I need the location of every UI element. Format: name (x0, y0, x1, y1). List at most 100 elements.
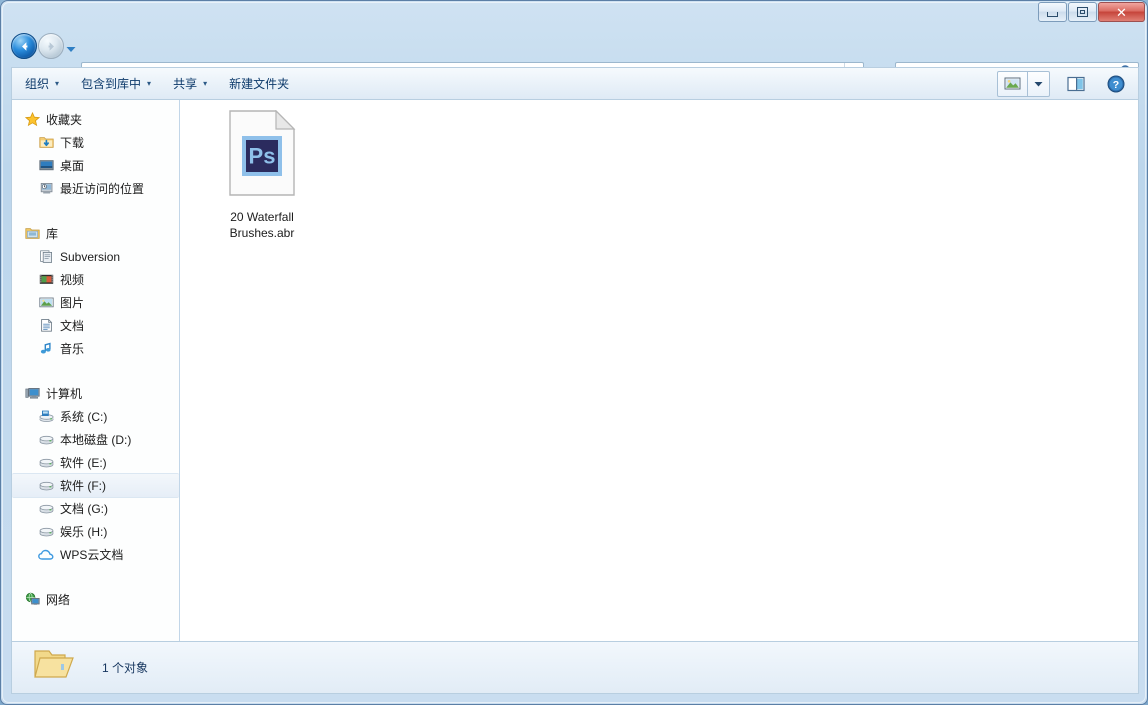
toolbar-right-group: ? (997, 70, 1138, 97)
organize-button[interactable]: 组织 ▾ (16, 72, 68, 96)
sidebar-item-label: 最近访问的位置 (60, 182, 145, 196)
sidebar-group-favorites: 收藏夹 下载 桌面 最近访问的位置 (12, 108, 179, 200)
library-icon (24, 226, 40, 242)
help-button[interactable]: ? (1102, 72, 1130, 96)
sidebar-item-label: 图片 (60, 296, 85, 310)
preview-pane-icon (1067, 76, 1085, 91)
sidebar-item-recent-places[interactable]: 最近访问的位置 (12, 177, 179, 200)
sidebar-item-drive-d[interactable]: 本地磁盘 (D:) (12, 428, 179, 451)
desktop-icon (38, 158, 54, 174)
system-drive-icon (38, 409, 54, 425)
sidebar-item-desktop[interactable]: 桌面 (12, 154, 179, 177)
title-bar: ✕ (1, 1, 1147, 29)
command-toolbar: 组织 ▾ 包含到库中 ▾ 共享 ▾ 新建文件夹 ? (11, 67, 1139, 99)
list-item-label: 20 Waterfall Brushes.abr (229, 210, 295, 240)
change-view-button[interactable] (997, 70, 1028, 97)
sidebar-item-label: 文档 (60, 319, 85, 333)
restore-icon (1069, 3, 1096, 21)
sidebar-item-drive-f[interactable]: 软件 (F:) (12, 473, 179, 498)
chevron-down-icon (1034, 81, 1043, 86)
chevron-down-icon: ▾ (203, 79, 208, 88)
sidebar-item-label: 收藏夹 (46, 113, 83, 127)
share-button[interactable]: 共享 ▾ (164, 72, 216, 96)
network-icon (24, 592, 40, 608)
drive-icon (38, 524, 54, 540)
sidebar-item-downloads[interactable]: 下载 (12, 131, 179, 154)
sidebar-item-videos[interactable]: 视频 (12, 268, 179, 291)
star-icon (24, 112, 40, 128)
restore-button[interactable] (1068, 2, 1097, 22)
minimize-icon (1039, 3, 1066, 21)
sidebar-item-label: 文档 (G:) (60, 502, 108, 516)
documents-icon (38, 318, 54, 334)
minimize-button[interactable] (1038, 2, 1067, 22)
sidebar-item-subversion[interactable]: Subversion (12, 245, 179, 268)
sidebar-item-drive-h[interactable]: 娱乐 (H:) (12, 520, 179, 543)
sidebar-item-label: 下载 (60, 136, 85, 150)
explorer-window: ✕ 组织 ▾ 包含到库中 ▾ 共享 ▾ 新建文件夹 ? 收藏夹 下载 桌面 最近… (0, 0, 1148, 705)
view-options-icon (1004, 77, 1021, 90)
chevron-down-icon: ▾ (147, 79, 152, 88)
subversion-icon (38, 249, 54, 265)
sidebar-item-music[interactable]: 音乐 (12, 337, 179, 360)
sidebar-item-label: 库 (46, 227, 59, 241)
view-dropdown-button[interactable] (1028, 70, 1050, 97)
chevron-down-icon: ▾ (55, 79, 60, 88)
drive-icon (38, 501, 54, 517)
sidebar-item-label: 网络 (46, 593, 71, 607)
sidebar-item-label: 音乐 (60, 342, 85, 356)
videos-icon (38, 272, 54, 288)
forward-button[interactable] (38, 33, 64, 59)
computer-icon (24, 386, 40, 402)
drive-icon (38, 455, 54, 471)
list-item[interactable]: Ps 20 Waterfall Brushes.abr (214, 109, 310, 241)
sidebar-item-wps-cloud[interactable]: WPS云文档 (12, 543, 179, 566)
back-button[interactable] (11, 33, 37, 59)
sidebar-item-label: 系统 (C:) (60, 410, 108, 424)
sidebar-item-label: 桌面 (60, 159, 85, 173)
sidebar-item-label: 本地磁盘 (D:) (60, 433, 132, 447)
sidebar-item-favorites[interactable]: 收藏夹 (12, 108, 179, 131)
sidebar-item-label: WPS云文档 (60, 548, 124, 562)
file-list-pane[interactable]: Ps 20 Waterfall Brushes.abr (180, 100, 1138, 641)
drive-icon (38, 432, 54, 448)
sidebar-item-label: 娱乐 (H:) (60, 525, 108, 539)
sidebar-item-label: 计算机 (46, 387, 83, 401)
sidebar-item-label: 软件 (E:) (60, 456, 107, 470)
share-label: 共享 (173, 77, 198, 91)
explorer-body: 收藏夹 下载 桌面 最近访问的位置 库 Subversion 视频 图片 文档 … (11, 99, 1139, 642)
organize-label: 组织 (25, 77, 50, 91)
sidebar-item-network[interactable]: 网络 (12, 588, 179, 611)
include-in-library-button[interactable]: 包含到库中 ▾ (72, 72, 160, 96)
sidebar-item-libraries[interactable]: 库 (12, 222, 179, 245)
help-icon: ? (1107, 75, 1125, 92)
music-icon (38, 341, 54, 357)
preview-pane-button[interactable] (1062, 72, 1090, 96)
sidebar-item-documents[interactable]: 文档 (12, 314, 179, 337)
address-bar-row: ▸ 计算机 ▸ 软件 (F:) ▸ 系统之家 ▸ 新建文件夹 (12) ▸ ps… (1, 29, 1147, 85)
forward-arrow-icon (39, 34, 63, 58)
pictures-icon (38, 295, 54, 311)
sidebar-group-libraries: 库 Subversion 视频 图片 文档 音乐 (12, 222, 179, 360)
drive-icon (38, 478, 54, 494)
history-dropdown-button[interactable] (65, 41, 77, 52)
recent-places-icon (38, 181, 54, 197)
status-bar: 1 个对象 (11, 642, 1139, 694)
sidebar-item-computer[interactable]: 计算机 (12, 382, 179, 405)
close-icon: ✕ (1116, 4, 1127, 20)
close-button[interactable]: ✕ (1098, 2, 1145, 22)
cloud-icon (38, 547, 54, 563)
navigation-pane[interactable]: 收藏夹 下载 桌面 最近访问的位置 库 Subversion 视频 图片 文档 … (12, 100, 179, 641)
new-folder-button[interactable]: 新建文件夹 (220, 72, 298, 96)
sidebar-item-drive-c[interactable]: 系统 (C:) (12, 405, 179, 428)
back-arrow-icon (12, 34, 36, 58)
status-text: 1 个对象 (102, 661, 149, 675)
svg-text:Ps: Ps (249, 144, 276, 169)
sidebar-item-drive-g[interactable]: 文档 (G:) (12, 497, 179, 520)
sidebar-group-computer: 计算机 系统 (C:) 本地磁盘 (D:) 软件 (E:) 软件 (F:) 文档… (12, 382, 179, 566)
svg-text:?: ? (1113, 79, 1119, 91)
sidebar-item-pictures[interactable]: 图片 (12, 291, 179, 314)
photoshop-abr-file-icon: Ps (226, 109, 298, 201)
sidebar-group-network: 网络 (12, 588, 179, 611)
sidebar-item-drive-e[interactable]: 软件 (E:) (12, 451, 179, 474)
